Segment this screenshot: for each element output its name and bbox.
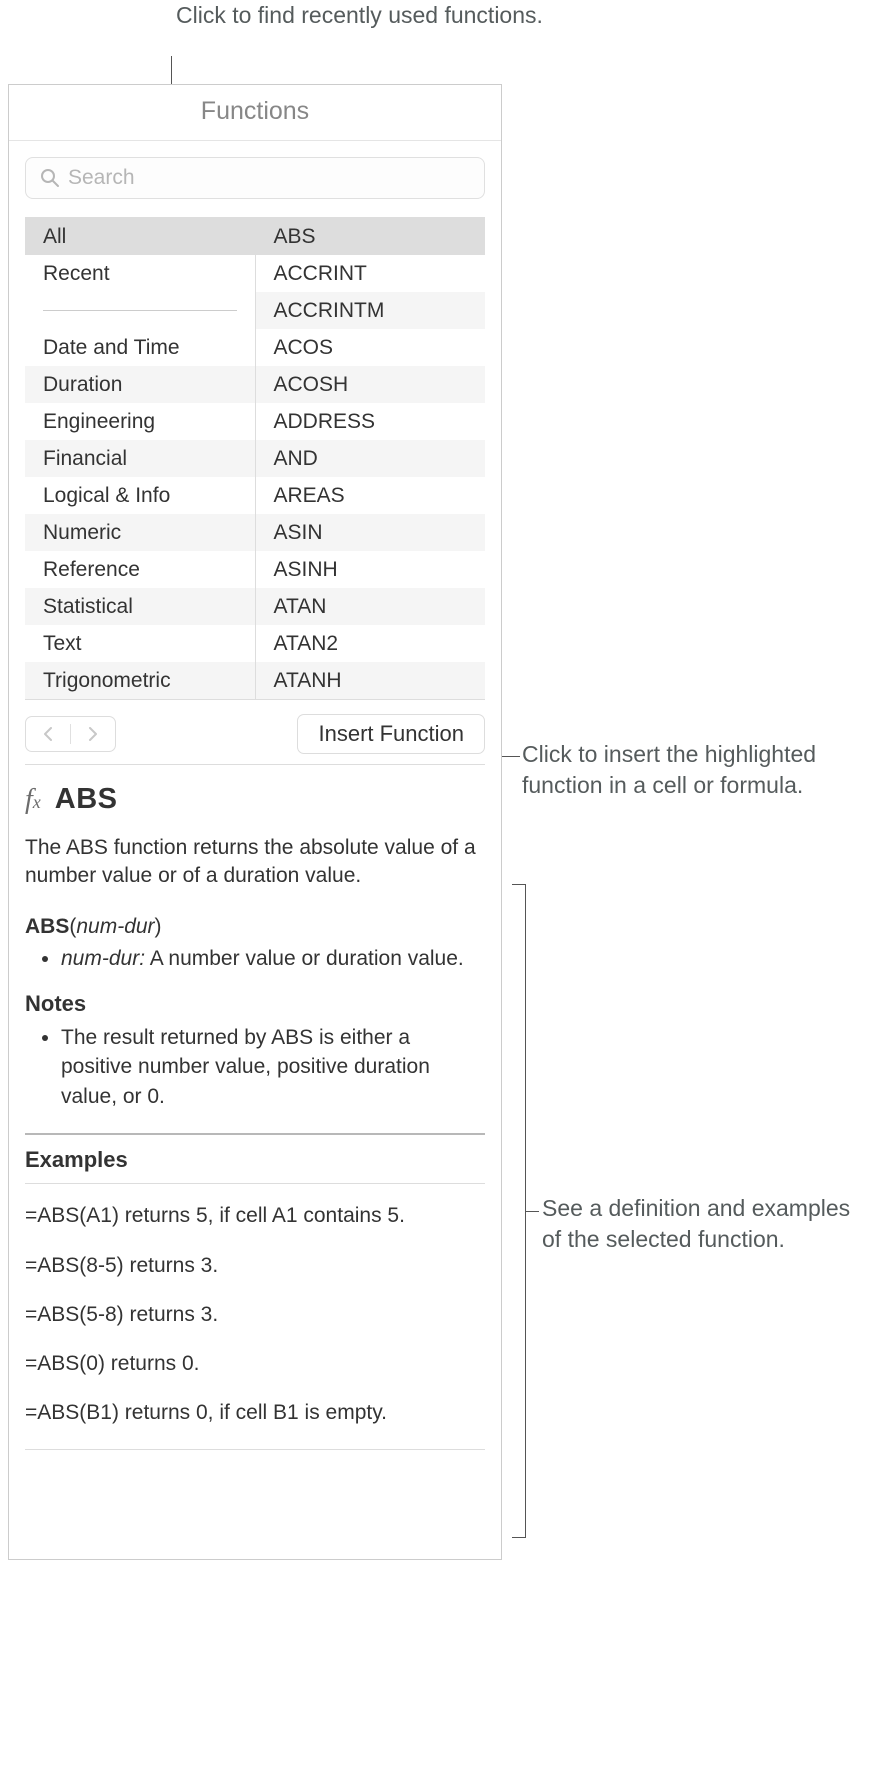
category-reference[interactable]: Reference <box>25 551 255 588</box>
fn-and[interactable]: AND <box>256 440 486 477</box>
nav-back-button[interactable] <box>26 717 70 751</box>
fn-areas[interactable]: AREAS <box>256 477 486 514</box>
param-item: num-dur: A number value or duration valu… <box>61 945 485 973</box>
search-icon <box>40 168 60 188</box>
search-wrap <box>9 141 501 217</box>
search-input[interactable] <box>68 166 470 190</box>
function-detail: fx ABS The ABS function returns the abso… <box>9 765 501 1458</box>
callout-detail: See a definition and examples of the sel… <box>542 1193 870 1255</box>
examples-hr-bottom <box>25 1449 485 1450</box>
callout-detail-text: See a definition and examples of the sel… <box>542 1195 850 1252</box>
fn-atanh[interactable]: ATANH <box>256 662 486 699</box>
category-statistical[interactable]: Statistical <box>25 588 255 625</box>
fn-asinh[interactable]: ASINH <box>256 551 486 588</box>
category-engineering[interactable]: Engineering <box>25 403 255 440</box>
note-item: The result returned by ABS is either a p… <box>61 1023 485 1111</box>
insert-function-button[interactable]: Insert Function <box>297 714 485 754</box>
fn-acos[interactable]: ACOS <box>256 329 486 366</box>
toolbar: Insert Function <box>9 700 501 764</box>
sig-arg: num-dur <box>76 915 154 938</box>
category-date-time[interactable]: Date and Time <box>25 329 255 366</box>
fn-description: The ABS function returns the absolute va… <box>25 834 485 891</box>
fn-signature: ABS(num-dur) <box>25 915 485 939</box>
callout-recent-text: Click to find recently used functions. <box>176 2 543 28</box>
category-numeric[interactable]: Numeric <box>25 514 255 551</box>
search-field[interactable] <box>25 157 485 199</box>
category-all[interactable]: All <box>25 218 255 255</box>
callout-bracket <box>512 884 526 1538</box>
examples-hr-mid <box>25 1183 485 1184</box>
category-financial[interactable]: Financial <box>25 440 255 477</box>
callout-line <box>502 756 520 757</box>
functions-panel: Functions All Recent Date and Time Durat… <box>8 84 502 1560</box>
callout-insert: Click to insert the highlighted function… <box>522 739 870 801</box>
fn-header: fx ABS <box>25 783 485 816</box>
category-logical-info[interactable]: Logical & Info <box>25 477 255 514</box>
example-3: =ABS(5-8) returns 3. <box>25 1301 485 1328</box>
params-list: num-dur: A number value or duration valu… <box>25 945 485 973</box>
param-desc: A number value or duration value. <box>150 947 464 970</box>
notes-heading: Notes <box>25 991 485 1017</box>
examples-heading: Examples <box>25 1147 485 1173</box>
fn-asin[interactable]: ASIN <box>256 514 486 551</box>
param-name: num-dur: <box>61 947 145 970</box>
category-list: All Recent Date and Time Duration Engine… <box>25 218 256 699</box>
panel-title: Functions <box>9 85 501 141</box>
fn-accrintm[interactable]: ACCRINTM <box>256 292 486 329</box>
category-spacer <box>25 292 255 329</box>
example-5: =ABS(B1) returns 0, if cell B1 is empty. <box>25 1399 485 1426</box>
category-recent[interactable]: Recent <box>25 255 255 292</box>
fn-name: ABS <box>55 783 118 816</box>
sig-name: ABS <box>25 915 69 938</box>
nav-buttons <box>25 716 116 752</box>
examples-hr-top <box>25 1133 485 1135</box>
category-text[interactable]: Text <box>25 625 255 662</box>
fx-icon: fx <box>25 784 41 816</box>
callout-recent: Click to find recently used functions. <box>176 0 543 31</box>
example-4: =ABS(0) returns 0. <box>25 1350 485 1377</box>
callout-insert-text: Click to insert the highlighted function… <box>522 741 816 798</box>
fn-acosh[interactable]: ACOSH <box>256 366 486 403</box>
fn-atan[interactable]: ATAN <box>256 588 486 625</box>
category-duration[interactable]: Duration <box>25 366 255 403</box>
chevron-left-icon <box>43 727 53 741</box>
chevron-right-icon <box>88 727 98 741</box>
fn-atan2[interactable]: ATAN2 <box>256 625 486 662</box>
fn-accrint[interactable]: ACCRINT <box>256 255 486 292</box>
fn-abs[interactable]: ABS <box>256 218 486 255</box>
example-1: =ABS(A1) returns 5, if cell A1 contains … <box>25 1202 485 1229</box>
function-list: ABS ACCRINT ACCRINTM ACOS ACOSH ADDRESS … <box>256 218 486 699</box>
fn-address[interactable]: ADDRESS <box>256 403 486 440</box>
bracket-tick <box>525 1211 539 1212</box>
lists: All Recent Date and Time Duration Engine… <box>25 217 485 700</box>
nav-forward-button[interactable] <box>71 717 115 751</box>
example-2: =ABS(8-5) returns 3. <box>25 1252 485 1279</box>
category-trigonometric[interactable]: Trigonometric <box>25 662 255 699</box>
notes-list: The result returned by ABS is either a p… <box>25 1023 485 1111</box>
